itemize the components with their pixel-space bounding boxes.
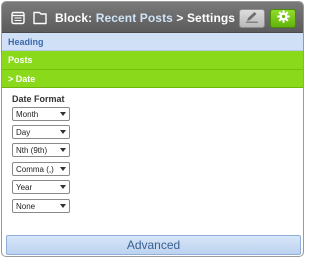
- chevron-down-icon: [60, 148, 66, 152]
- date-format-select-5[interactable]: Year: [12, 180, 70, 194]
- section-heading-label: Heading: [8, 36, 44, 47]
- section-date-label: > Date: [8, 73, 36, 84]
- block-name-link[interactable]: Recent Posts: [96, 11, 173, 25]
- title-page: Settings: [186, 11, 236, 25]
- section-posts[interactable]: Posts: [2, 51, 303, 70]
- select-value: Nth (9th): [16, 145, 48, 155]
- date-format-select-4[interactable]: Comma (,): [12, 162, 70, 176]
- advanced-label: Advanced: [126, 238, 181, 252]
- title-prefix: Block:: [55, 11, 93, 25]
- gear-icon: [276, 9, 290, 28]
- panel-header: Block: Recent Posts > Settings: [2, 2, 303, 33]
- settings-panel: Block: Recent Posts > Settings Heading P…: [1, 1, 304, 257]
- section-heading[interactable]: Heading: [2, 33, 303, 51]
- chevron-down-icon: [60, 167, 66, 171]
- select-value: Month: [16, 109, 39, 119]
- select-value: Year: [16, 182, 33, 192]
- select-value: Comma (,): [16, 164, 54, 174]
- advanced-button[interactable]: Advanced: [6, 235, 301, 255]
- chevron-down-icon: [60, 204, 66, 208]
- pencil-icon: [245, 10, 259, 28]
- section-posts-label: Posts: [8, 55, 33, 65]
- panel-title: Block: Recent Posts > Settings: [55, 11, 235, 25]
- date-format-select-2[interactable]: Day: [12, 125, 70, 139]
- date-format-select-3[interactable]: Nth (9th): [12, 143, 70, 157]
- block-icon: [33, 11, 47, 30]
- settings-button[interactable]: [270, 9, 296, 28]
- select-value: Day: [16, 127, 31, 137]
- chevron-down-icon: [60, 185, 66, 189]
- title-separator: >: [172, 11, 187, 25]
- date-format-label: Date Format: [12, 94, 65, 104]
- edit-button[interactable]: [239, 9, 265, 28]
- list-icon: [11, 11, 25, 30]
- date-format-select-6[interactable]: None: [12, 199, 70, 213]
- chevron-down-icon: [60, 112, 66, 116]
- chevron-down-icon: [60, 130, 66, 134]
- select-value: None: [16, 201, 36, 211]
- date-format-select-1[interactable]: Month: [12, 107, 70, 121]
- section-date[interactable]: > Date: [2, 70, 303, 88]
